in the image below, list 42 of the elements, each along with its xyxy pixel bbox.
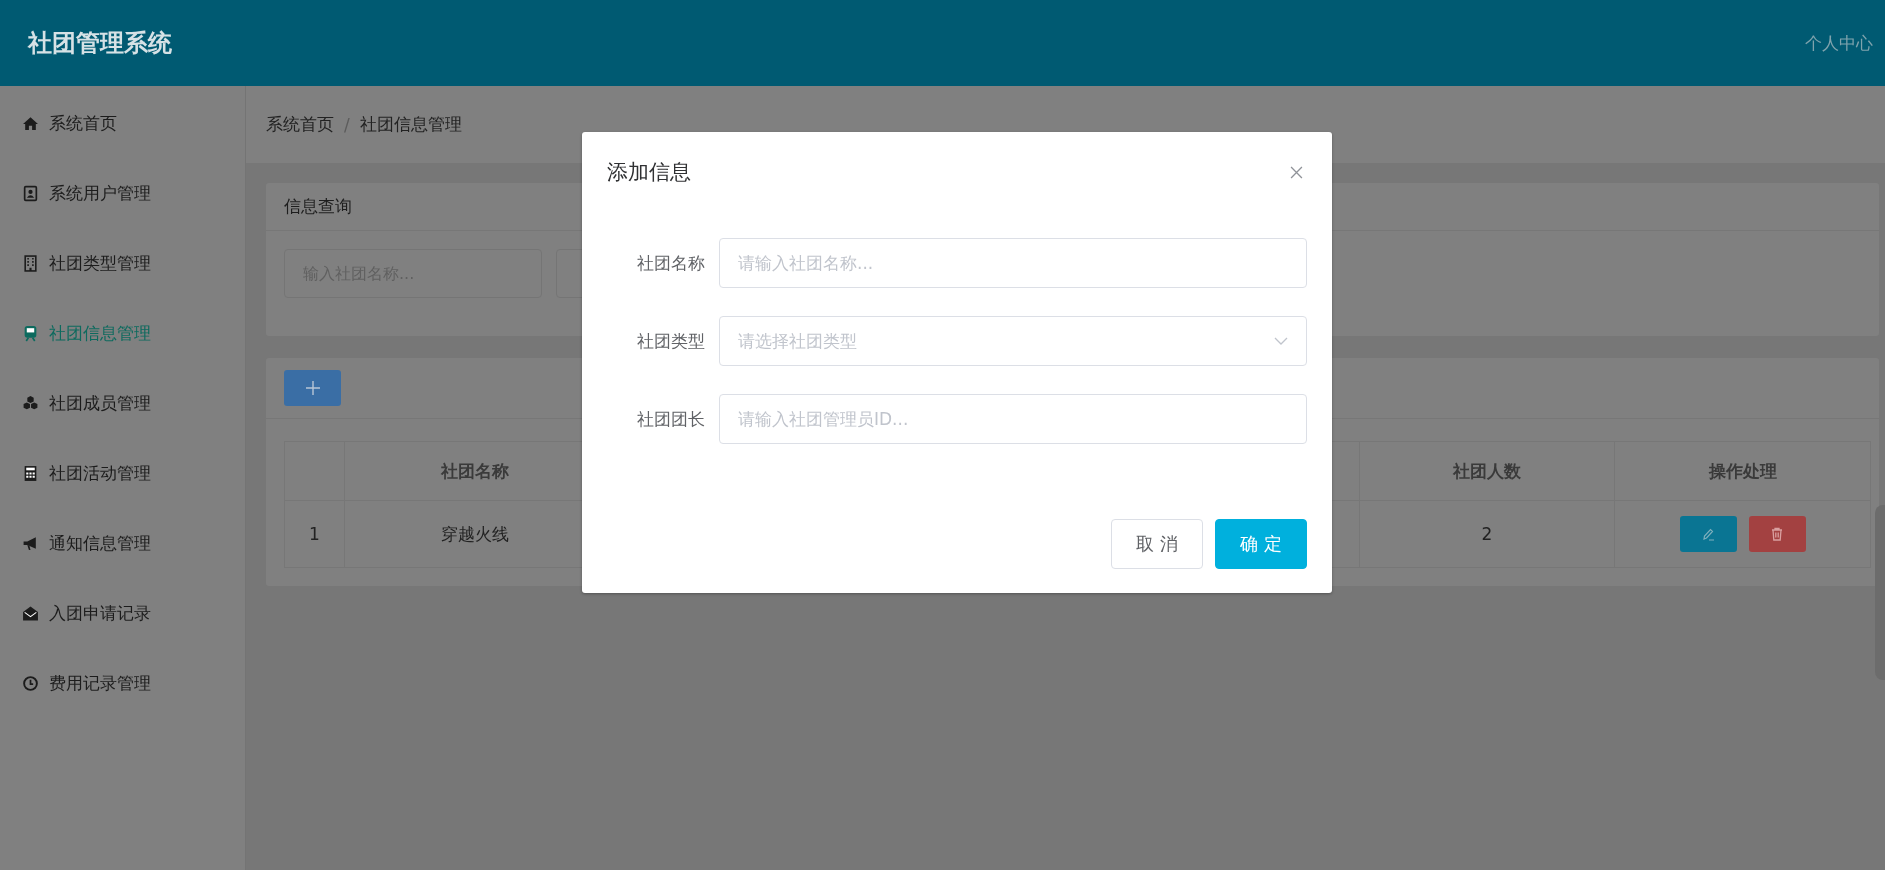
sidebar-item[interactable]: 系统用户管理 [0, 158, 245, 228]
bullhorn-icon [22, 534, 39, 552]
app-title: 社团管理系统 [28, 28, 172, 59]
table-cell: 2 [1360, 501, 1615, 567]
field-label: 社团类型 [636, 329, 705, 353]
sidebar-item[interactable]: 入团申请记录 [0, 578, 245, 648]
field-label: 社团团长 [636, 407, 705, 431]
sidebar-item[interactable]: 社团活动管理 [0, 438, 245, 508]
home-icon [22, 114, 39, 132]
confirm-button[interactable]: 确 定 [1215, 519, 1307, 569]
calc-icon [22, 464, 39, 482]
header-cell-text: 操作处理 [1707, 459, 1778, 483]
chevron-down-icon [1274, 337, 1288, 345]
header-cell: 社团人数 [1360, 442, 1615, 500]
input-field[interactable]: 请输入社团管理员ID... [719, 394, 1307, 444]
sidebar-item[interactable]: 社团成员管理 [0, 368, 245, 438]
user-icon [22, 184, 39, 202]
plus-icon [304, 380, 321, 396]
edit-button[interactable] [1679, 516, 1737, 552]
sidebar-item[interactable]: 通知信息管理 [0, 508, 245, 578]
sidebar-item[interactable]: 费用记录管理 [0, 648, 245, 718]
breadcrumb-link[interactable]: 社团信息管理 [359, 113, 462, 136]
clock-icon [22, 674, 39, 692]
cubes-icon [22, 394, 39, 412]
input-field[interactable]: 请输入社团名称... [719, 238, 1307, 288]
breadcrumb-link[interactable]: 系统首页 [266, 113, 334, 136]
building-icon [22, 254, 39, 272]
table-cell: 1 [285, 501, 345, 567]
sidebar-item[interactable]: 社团类型管理 [0, 228, 245, 298]
add-button[interactable] [284, 370, 341, 406]
user-center-link[interactable]: 个人中心 [1805, 31, 1873, 55]
trash-icon [1769, 526, 1785, 542]
field-label: 社团名称 [636, 251, 705, 275]
envelope-icon [22, 604, 39, 622]
sidebar-item[interactable]: 系统首页 [0, 88, 245, 158]
close-icon[interactable] [1290, 165, 1303, 179]
pencil-icon [1700, 526, 1716, 542]
cancel-button[interactable]: 取 消 [1111, 519, 1203, 569]
breadcrumb-separator: / [344, 114, 350, 135]
dialog-title: 添加信息 [607, 159, 691, 186]
train-icon [22, 324, 39, 342]
delete-button[interactable] [1748, 516, 1806, 552]
